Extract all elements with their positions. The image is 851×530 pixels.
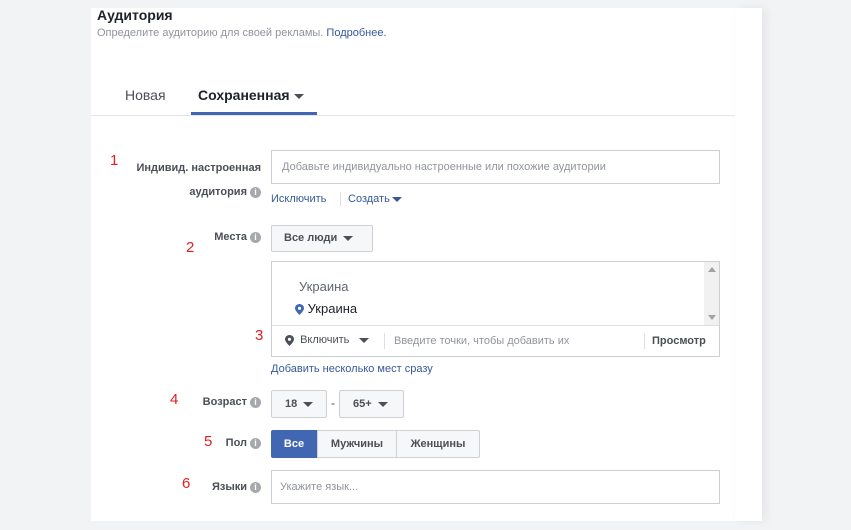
custom-audience-label-line1: Индивид. настроенная [136,162,261,174]
gender-label-text: Пол [225,437,247,449]
bulk-locations-link[interactable]: Добавить несколько мест сразу [271,363,433,375]
include-divider [384,333,385,349]
tab-saved[interactable]: Сохраненная [198,87,304,103]
scroll-up-icon[interactable] [708,267,716,272]
age-max-value: 65+ [353,398,372,410]
gender-female-button[interactable]: Женщины [396,430,480,458]
people-type-label: Все люди [284,232,338,244]
info-icon[interactable]: i [250,231,261,243]
age-min-value: 18 [285,398,298,410]
info-icon[interactable]: i [250,186,261,198]
create-label: Создать [348,193,390,205]
info-icon[interactable]: i [250,481,261,493]
age-label-text: Возраст [202,396,247,408]
chevron-down-icon [343,235,354,241]
tab-saved-label: Сохраненная [198,87,290,103]
chevron-down-icon [303,401,314,407]
browse-button[interactable]: Просмотр [652,335,706,347]
selected-location-label: Украина [307,301,358,316]
tab-new[interactable]: Новая [125,87,166,103]
info-icon[interactable]: i [250,437,261,449]
annotation-4: 4 [170,391,179,408]
locations-divider [272,325,719,326]
scroll-down-icon[interactable] [708,315,716,320]
languages-input[interactable]: Укажите язык... [271,470,720,504]
age-separator: - [331,396,335,410]
languages-label: Языки i [180,481,261,493]
locations-label: Места i [180,231,261,243]
gender-male-button[interactable]: Мужчины [317,430,397,458]
chevron-down-icon [293,93,304,99]
link-divider [340,192,341,206]
languages-label-text: Языки [211,481,247,493]
include-dropdown[interactable]: Включить [285,334,370,346]
age-label: Возраст i [180,396,261,408]
age-min-dropdown[interactable]: 18 [271,390,327,418]
selected-location[interactable]: Украина [295,301,357,316]
people-type-dropdown[interactable]: Все люди [271,225,373,252]
chevron-down-icon [359,337,370,343]
chevron-down-icon [391,196,402,202]
section-title: Аудитория [97,7,173,23]
annotation-3: 3 [255,327,264,344]
panel-edge [735,8,762,521]
learn-more-link[interactable]: Подробнее. [326,27,386,39]
exclude-link[interactable]: Исключить [271,193,326,205]
location-pin-icon [295,304,304,316]
custom-audience-label: Индивид. настроенная аудитория i [118,156,261,204]
subtitle-text: Определите аудиторию для своей рекламы. [97,27,324,39]
gender-all-button[interactable]: Все [271,430,317,458]
locations-label-text: Места [214,231,247,243]
gender-label: Пол i [200,437,261,449]
chevron-down-icon [377,401,388,407]
section-subtitle: Определите аудиторию для своей рекламы. … [97,27,387,39]
create-dropdown[interactable]: Создать [348,193,402,205]
info-icon[interactable]: i [250,396,261,408]
custom-audience-label-line2: аудитория [189,186,247,198]
location-search-input[interactable]: Введите точки, чтобы добавить их [394,335,569,347]
age-max-dropdown[interactable]: 65+ [339,390,404,418]
locations-group-header: Украина [299,279,349,294]
include-label: Включить [300,334,350,346]
browse-divider [644,333,645,349]
location-pin-icon [285,334,294,346]
tabs-divider [91,115,735,116]
custom-audience-input[interactable]: Добавьте индивидуально настроенные или п… [271,150,720,184]
